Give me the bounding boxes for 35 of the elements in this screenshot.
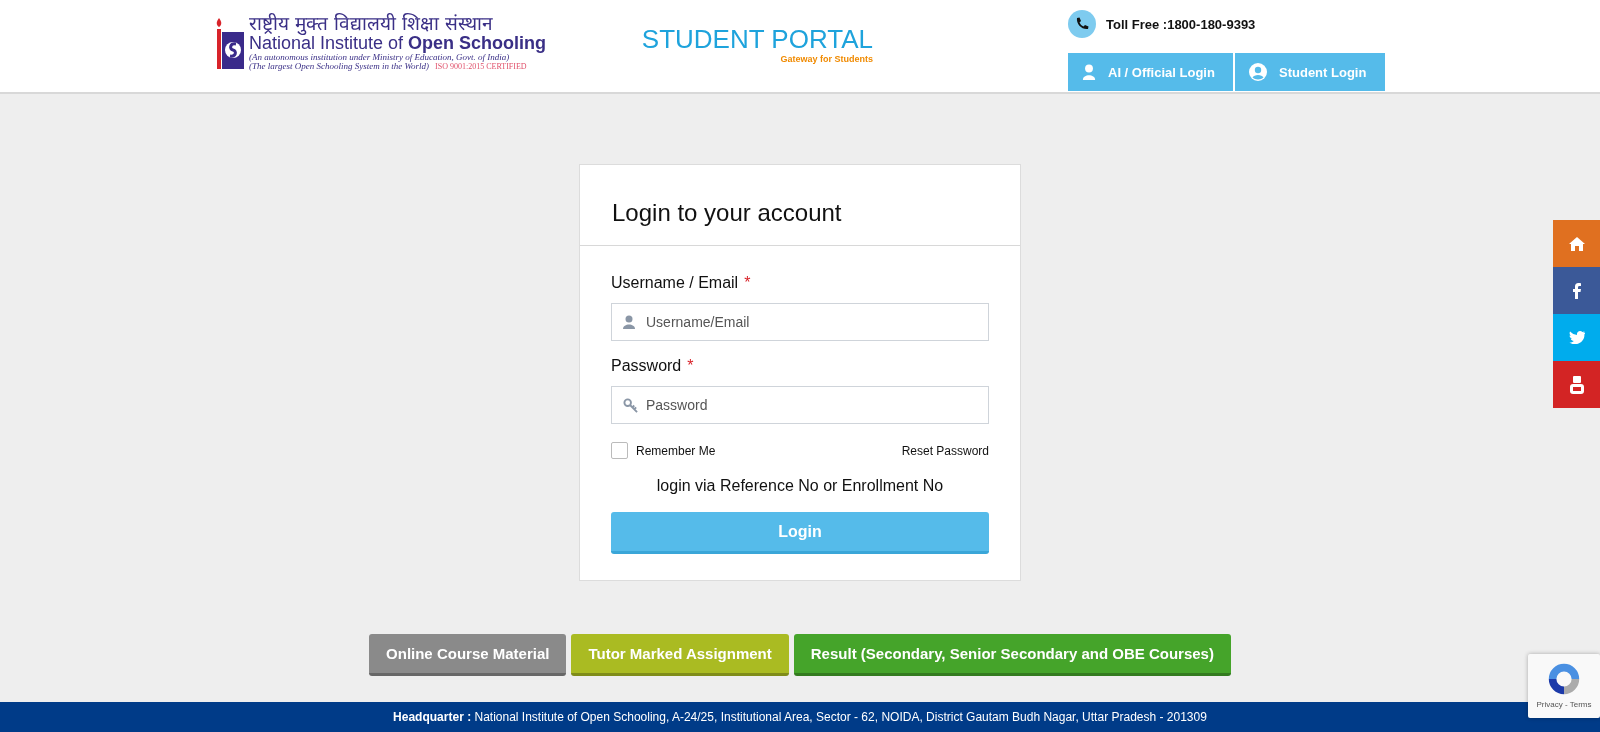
login-button[interactable]: Login: [611, 512, 989, 554]
home-icon: [1568, 236, 1585, 251]
bird-icon: [1568, 331, 1585, 344]
remember-label: Remember Me: [636, 443, 716, 458]
home-link[interactable]: [1553, 220, 1600, 267]
alt-login-link[interactable]: login via Reference No or Enrollment No: [656, 477, 944, 495]
youtube-link[interactable]: [1553, 361, 1600, 408]
remember-checkbox[interactable]: [611, 442, 628, 459]
user-circle-icon: [1249, 63, 1267, 81]
phone-icon: [1068, 10, 1096, 38]
privacy-terms-links: Privacy - Terms: [1536, 700, 1592, 709]
password-field[interactable]: Password: [611, 386, 989, 424]
toll-free-number: Toll Free :1800-180-9393: [1106, 16, 1256, 32]
facebook-link[interactable]: [1553, 267, 1600, 314]
quick-link-button[interactable]: Result (Secondary, Senior Secondary and OBE Courses): [793, 634, 1231, 676]
person-icon: [1082, 64, 1096, 80]
login-title: Login to your account: [612, 199, 843, 227]
student-login-tab[interactable]: Student Login: [1235, 53, 1385, 91]
certification-text: ISO 9001:2015 CERTIFIED: [435, 63, 527, 72]
institute-tagline: (An autonomous institution under Ministry of Education, Govt. of India): [249, 52, 510, 62]
portal-title: STUDENT PORTAL: [641, 24, 873, 55]
reset-password-link[interactable]: Reset Password: [901, 443, 989, 458]
field-label: Password: [611, 357, 682, 375]
username-field[interactable]: Username/Email: [611, 303, 989, 341]
portal-subtitle: Gateway for Students: [780, 54, 873, 64]
headquarter-address: Headquarter : National Institute of Open Schooling, A-24/25, Institutional Area, Sector - 62, NOIDA, District Gautam Budh Nagar, Uttar Pradesh - 201309: [393, 710, 1207, 726]
field-label: Username / Email: [611, 274, 739, 292]
quick-link-button[interactable]: Tutor Marked Assignment: [571, 634, 789, 676]
required-mark: *: [687, 357, 694, 375]
facebook-icon: [1572, 282, 1581, 299]
quick-link-button[interactable]: Online Course Material: [369, 634, 567, 676]
required-mark: *: [744, 274, 751, 292]
official-login-tab[interactable]: AI / Official Login: [1068, 53, 1233, 91]
institute-motto: (The largest Open Schooling System in the World): [249, 62, 430, 72]
recaptcha-badge[interactable]: Privacy - Terms: [1528, 654, 1600, 718]
